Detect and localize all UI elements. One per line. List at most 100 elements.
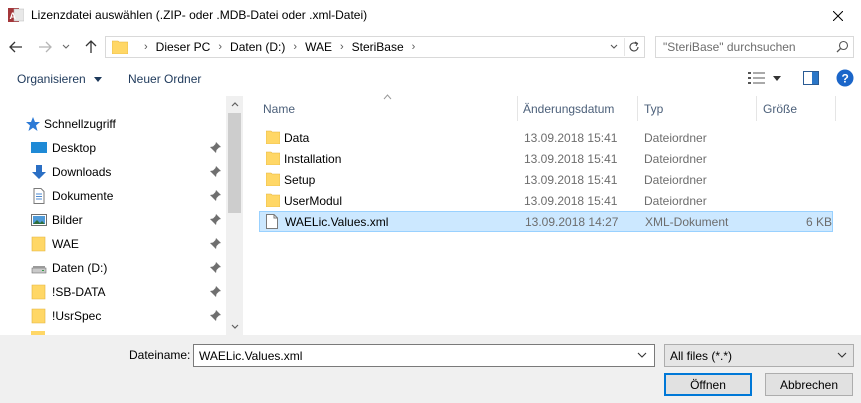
folder-icon [31, 284, 46, 300]
close-icon [833, 10, 843, 21]
address-bar[interactable]: › Dieser PC › Daten (D:) › WAE › SteriBa… [105, 36, 645, 58]
file-type: Dateiordner [644, 152, 707, 166]
file-name: Data [284, 131, 310, 145]
file-type: Dateiordner [644, 194, 707, 208]
cancel-button[interactable]: Abbrechen [765, 373, 853, 396]
arrow-right-icon [39, 41, 52, 53]
file-row[interactable]: UserModul 13.09.2018 15:41 Dateiordner [259, 190, 833, 211]
star-icon [26, 117, 40, 131]
forward-button[interactable] [33, 35, 57, 59]
file-row-selected[interactable]: WAELic.Values.xml 13.09.2018 14:27 XML-D… [259, 211, 833, 232]
organize-button[interactable]: Organisieren [17, 72, 103, 86]
chevron-down-icon[interactable] [635, 348, 649, 362]
nav-item-pictures[interactable]: Bilder [0, 208, 226, 232]
nav-item-label: Daten (D:) [52, 261, 108, 275]
up-button[interactable] [79, 35, 103, 59]
column-header-type[interactable]: Typ [644, 96, 663, 121]
chevron-up-icon [231, 102, 238, 107]
nav-item-sb-data[interactable]: !SB-DATA [0, 280, 226, 304]
column-header-name[interactable]: Name [263, 96, 295, 121]
download-icon [32, 165, 46, 179]
file-name: UserModul [284, 194, 343, 208]
nav-item-documents[interactable]: Dokumente [0, 184, 226, 208]
nav-item-drive-d[interactable]: Daten (D:) [0, 256, 226, 280]
chevron-down-icon[interactable] [773, 76, 781, 82]
pin-icon [210, 142, 221, 153]
folder-icon [112, 40, 128, 54]
file-date: 13.09.2018 15:41 [524, 131, 618, 145]
nav-pane-scrollbar[interactable] [226, 96, 243, 335]
breadcrumb-item[interactable]: SteriBase [352, 40, 404, 54]
nav-item-usrspec[interactable]: !UsrSpec [0, 304, 226, 328]
file-date: 13.09.2018 15:41 [524, 194, 618, 208]
nav-item-wae[interactable]: WAE [0, 232, 226, 256]
file-type-select[interactable]: All files (*.*) [664, 344, 854, 367]
command-bar: Organisieren Neuer Ordner ? [0, 63, 861, 96]
column-divider[interactable] [835, 96, 836, 121]
chevron-down-icon [837, 352, 847, 358]
nav-item-quick-access[interactable]: Schnellzugriff [0, 112, 226, 136]
folder-icon [266, 151, 280, 165]
file-icon [266, 214, 278, 229]
file-row[interactable]: Data 13.09.2018 15:41 Dateiordner [259, 127, 833, 148]
nav-item-desktop[interactable]: Desktop [0, 136, 226, 160]
refresh-icon [629, 41, 639, 52]
breadcrumb-item[interactable]: Daten (D:) [230, 40, 285, 54]
chevron-right-icon[interactable]: › [218, 41, 222, 53]
column-divider[interactable] [756, 96, 757, 121]
refresh-button[interactable] [624, 38, 642, 56]
scrollbar-thumb[interactable] [228, 113, 241, 213]
file-row[interactable]: Installation 13.09.2018 15:41 Dateiordne… [259, 148, 833, 169]
preview-pane-icon[interactable] [803, 71, 819, 85]
window-title: Lizenzdatei auswählen (.ZIP- oder .MDB-D… [31, 8, 368, 22]
filename-input[interactable]: WAELic.Values.xml [193, 344, 655, 367]
access-app-icon: A [8, 8, 24, 22]
chevron-down-icon [94, 77, 103, 82]
chevron-right-icon[interactable]: › [340, 41, 344, 53]
chevron-right-icon[interactable]: › [412, 41, 416, 53]
open-button[interactable]: Öffnen [664, 373, 752, 396]
breadcrumb-item[interactable]: Dieser PC [156, 40, 211, 54]
back-button[interactable] [4, 35, 28, 59]
arrow-up-icon [85, 40, 97, 53]
view-options-icon[interactable] [748, 71, 766, 85]
file-type-value: All files (*.*) [670, 349, 733, 363]
file-date: 13.09.2018 15:41 [524, 173, 618, 187]
file-date: 13.09.2018 14:27 [525, 215, 619, 229]
pin-icon [210, 238, 221, 249]
breadcrumb: › Dieser PC › Daten (D:) › WAE › SteriBa… [136, 40, 423, 54]
search-input[interactable]: "SteriBase" durchsuchen [655, 36, 854, 58]
column-header-size[interactable]: Größe [763, 96, 797, 121]
file-date: 13.09.2018 15:41 [524, 152, 618, 166]
svg-text:?: ? [842, 72, 849, 86]
title-bar: A Lizenzdatei auswählen (.ZIP- oder .MDB… [0, 0, 861, 31]
arrow-left-icon [9, 41, 22, 53]
pin-icon [210, 214, 221, 225]
column-divider[interactable] [517, 96, 518, 121]
dialog-footer: Dateiname: WAELic.Values.xml All files (… [0, 335, 861, 403]
scroll-up-button[interactable] [226, 96, 243, 113]
scroll-down-button[interactable] [226, 318, 243, 335]
nav-item-label: Dokumente [52, 189, 114, 203]
folder-icon [266, 130, 280, 144]
close-button[interactable] [815, 0, 861, 31]
nav-item-label: WAE [52, 237, 79, 251]
address-history-button[interactable] [606, 39, 622, 55]
new-folder-button[interactable]: Neuer Ordner [128, 72, 201, 86]
breadcrumb-item[interactable]: WAE [305, 40, 332, 54]
nav-item-label: !UsrSpec [52, 309, 102, 323]
chevron-right-icon[interactable]: › [293, 41, 297, 53]
nav-item-downloads[interactable]: Downloads [0, 160, 226, 184]
file-row[interactable]: Setup 13.09.2018 15:41 Dateiordner [259, 169, 833, 190]
file-type: Dateiordner [644, 131, 707, 145]
column-divider[interactable] [637, 96, 638, 121]
file-size: 6 KB [805, 215, 832, 229]
help-icon[interactable]: ? [836, 69, 854, 87]
column-header-date[interactable]: Änderungsdatum [523, 96, 614, 121]
documents-icon [33, 188, 45, 204]
recent-locations-button[interactable] [58, 35, 74, 59]
file-name: WAELic.Values.xml [285, 215, 389, 229]
folder-icon [31, 236, 46, 252]
folder-icon [266, 193, 280, 207]
folder-icon [266, 172, 280, 186]
